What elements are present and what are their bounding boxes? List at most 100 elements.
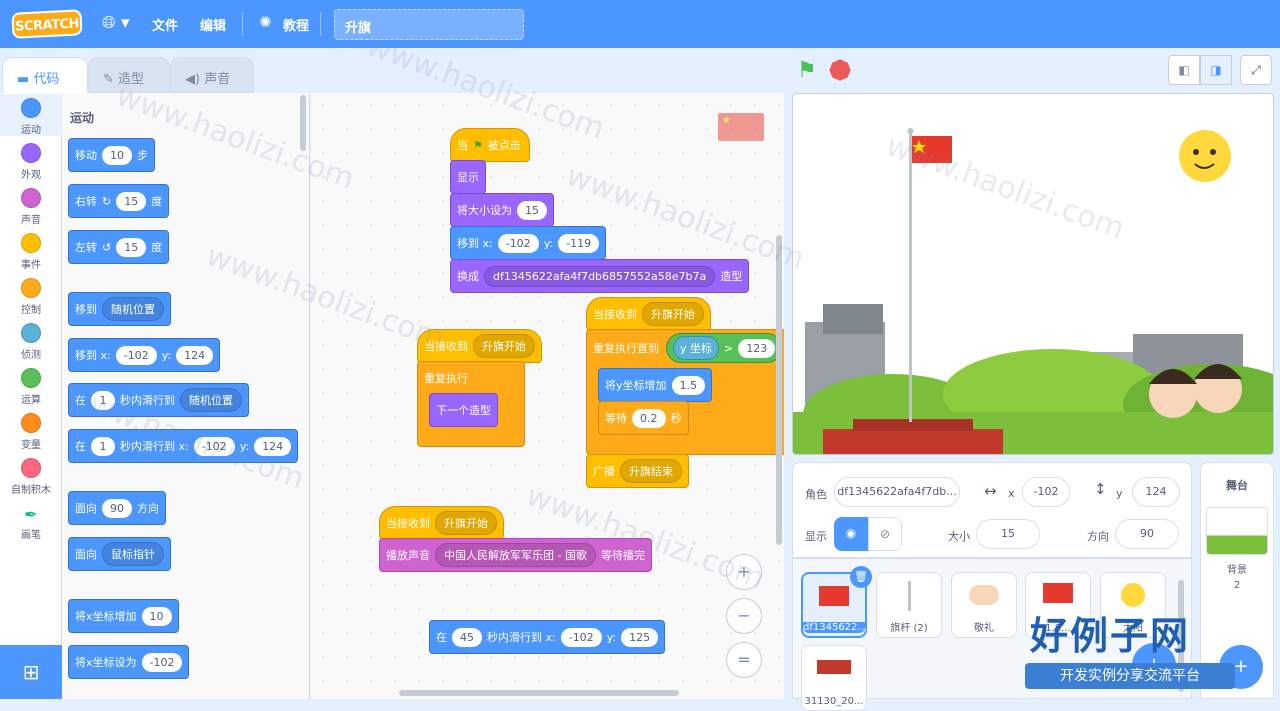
block-move-steps[interactable]: 移动 10 步: [68, 138, 155, 172]
show-hidden-button[interactable]: ⊘: [868, 517, 902, 551]
globe-icon[interactable]: 🌐︎ ▾: [102, 13, 130, 33]
normal-stage-button[interactable]: ◨: [1200, 55, 1232, 85]
stage[interactable]: [792, 93, 1274, 455]
menu-tutorials[interactable]: 教程: [283, 15, 309, 34]
menu-divider: [242, 12, 243, 36]
tab-costumes[interactable]: ✎ 造型: [88, 57, 170, 93]
brand-name: 好例子网: [1030, 614, 1191, 658]
block-turn-right[interactable]: 右转 ↻ 15 度: [68, 184, 170, 218]
tab-code[interactable]: ▬ 代码: [2, 57, 88, 95]
sprite-banner-thumb: [817, 660, 851, 674]
palette-scrollbar[interactable]: [300, 95, 306, 151]
menu-edit[interactable]: 编辑: [200, 15, 226, 34]
direction-field[interactable]: 90: [1115, 519, 1179, 549]
size-field[interactable]: 15: [976, 519, 1040, 549]
code-icon: ▬: [17, 72, 34, 87]
menu-file[interactable]: 文件: [152, 15, 178, 34]
block-change-y[interactable]: 将y坐标增加 1.5: [598, 368, 713, 402]
star-icon: ★: [722, 115, 731, 126]
add-extension-button[interactable]: ⊞: [0, 645, 62, 699]
control-dot-icon: [21, 278, 41, 298]
sprite-name-field[interactable]: df1345622afa4f7db...: [834, 477, 960, 507]
backdrop-count: 2: [1233, 580, 1241, 591]
stage-panel-title: 舞台: [1226, 479, 1248, 492]
green-flag-icon: ⚑: [473, 138, 483, 152]
block-glide[interactable]: 在 1 秒内滑行到 随机位置: [68, 383, 249, 417]
rotate-right-icon: ↻: [102, 194, 112, 208]
block-greater-than[interactable]: y 坐标 >123: [666, 333, 783, 363]
x-position-field[interactable]: -102: [1022, 477, 1070, 507]
block-glide-xy[interactable]: 在 45 秒内滑行到 x: -102 y: 125: [429, 620, 666, 654]
scratch-logo[interactable]: SCRATCH: [11, 9, 83, 39]
category-pen[interactable]: ✒ 画笔: [0, 505, 62, 541]
motion-dot-icon: [21, 98, 41, 118]
block-when-flag-clicked[interactable]: 当 ⚑ 被点击: [450, 117, 530, 162]
green-flag-button[interactable]: ⚑: [797, 58, 817, 83]
sprite-tile[interactable]: 旗杆 (2): [876, 572, 942, 638]
block-broadcast[interactable]: 广播 升旗结束: [586, 454, 689, 488]
block-change-x[interactable]: 将x坐标增加 10: [68, 599, 179, 633]
brand-tagline: 开发实例分享交流平台: [1025, 663, 1235, 689]
category-motion[interactable]: 运动: [0, 98, 62, 136]
category-variables[interactable]: 变量: [0, 413, 62, 451]
sprite-label: 角色: [805, 488, 827, 501]
backdrop-thumbnail[interactable]: [1206, 507, 1268, 555]
block-turn-left[interactable]: 左转 ↺ 15 度: [68, 230, 170, 264]
block-set-size[interactable]: 将大小设为 15: [450, 193, 554, 227]
sprite-tile[interactable]: 敬礼: [951, 572, 1017, 638]
category-control[interactable]: 控制: [0, 278, 62, 316]
category-my-blocks[interactable]: 自制积木: [0, 458, 62, 496]
block-goto[interactable]: 移到 随机位置: [68, 292, 171, 326]
block-when-receive[interactable]: 当接收到 升旗开始: [379, 495, 504, 540]
small-stage-button[interactable]: ◧: [1168, 55, 1200, 85]
block-when-receive[interactable]: 当接收到 升旗开始: [417, 318, 542, 363]
category-sensing[interactable]: 侦测: [0, 323, 62, 361]
delete-sprite-button[interactable]: 🗑︎: [850, 566, 872, 588]
size-label: 大小: [948, 530, 970, 543]
eye-slash-icon: ⊘: [879, 527, 891, 541]
category-sound[interactable]: 声音: [0, 188, 62, 226]
block-play-sound-until-done[interactable]: 播放声音 中国人民解放军军乐团 - 国歌 等待播完: [379, 538, 652, 572]
block-show[interactable]: 显示: [450, 160, 486, 194]
block-y-position[interactable]: y 坐标: [673, 336, 720, 360]
y-position-field[interactable]: 124: [1132, 477, 1180, 507]
block-next-costume[interactable]: 下一个造型: [429, 393, 498, 427]
small-stage-icon: ◧: [1178, 63, 1190, 77]
show-visible-button[interactable]: ◉: [834, 517, 868, 551]
sprite-flag2-thumb: [1043, 583, 1073, 603]
y-label: y: [1116, 487, 1123, 500]
x-arrows-icon: ↔: [984, 482, 997, 500]
block-when-receive[interactable]: 当接收到 升旗开始: [586, 286, 711, 331]
sound-dot-icon: [21, 188, 41, 208]
script-area[interactable]: ★ 当 ⚑ 被点击 显示 将大小设为 15 移到 x: -102 y: -119 换成 df1…: [311, 93, 784, 699]
sprite-tile[interactable]: 31130_20...: [801, 645, 867, 711]
vertical-scrollbar[interactable]: [776, 235, 782, 545]
block-point-towards[interactable]: 面向 鼠标指针: [68, 537, 171, 571]
sprite-pole-thumb: [907, 581, 911, 611]
category-events[interactable]: 事件: [0, 233, 62, 271]
zoom-reset-button[interactable]: =: [726, 642, 762, 678]
category-operators[interactable]: 运算: [0, 368, 62, 406]
category-looks[interactable]: 外观: [0, 143, 62, 181]
operators-dot-icon: [21, 368, 41, 388]
block-wait[interactable]: 等待 0.2 秒: [598, 401, 689, 435]
normal-stage-icon: ◨: [1210, 63, 1222, 77]
lightbulb-icon[interactable]: ✺: [259, 13, 272, 31]
block-goto-xy[interactable]: 移到 x: -102 y: -119: [450, 226, 607, 260]
events-dot-icon: [21, 233, 41, 253]
fullscreen-button[interactable]: ⤢: [1240, 55, 1272, 85]
block-point-direction[interactable]: 面向 90 方向: [68, 491, 166, 525]
block-glide-xy[interactable]: 在 1 秒内滑行到 x: -102 y: 124: [68, 429, 299, 463]
stop-button[interactable]: [827, 57, 853, 83]
block-set-x[interactable]: 将x坐标设为 -102: [68, 645, 190, 679]
project-title-input[interactable]: 升旗: [334, 9, 524, 40]
block-switch-costume[interactable]: 换成 df1345622afa4f7db6857552a58e7b7a 造型: [450, 259, 750, 293]
zoom-out-button[interactable]: −: [726, 598, 762, 634]
tab-sounds[interactable]: ◀︎) 声音: [170, 57, 254, 93]
variables-dot-icon: [21, 413, 41, 433]
y-arrows-icon: ↕: [1094, 480, 1107, 498]
add-extension-icon: ⊞: [22, 660, 40, 684]
horizontal-scrollbar[interactable]: [399, 690, 679, 696]
block-goto-xy[interactable]: 移到 x: -102 y: 124: [68, 338, 221, 372]
zoom-in-button[interactable]: +: [726, 554, 762, 590]
